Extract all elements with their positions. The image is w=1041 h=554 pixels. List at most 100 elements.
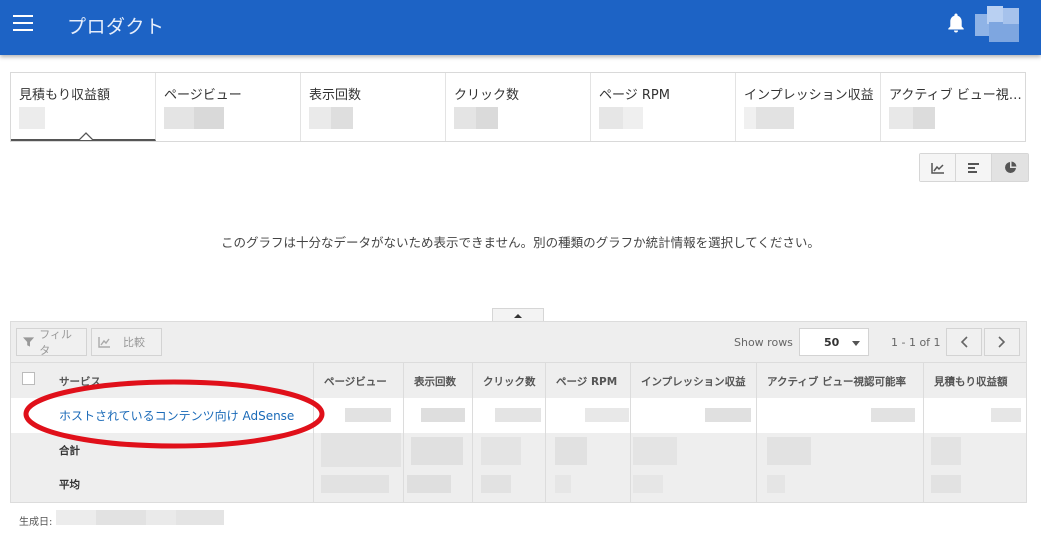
redacted-value (421, 408, 465, 422)
tab-page-rpm[interactable]: ページ RPM (591, 73, 736, 141)
column-divider (545, 362, 546, 502)
redacted-value (481, 437, 521, 465)
redacted-value (871, 408, 915, 422)
redacted-value (495, 408, 541, 422)
column-divider (630, 362, 631, 502)
redacted-value (481, 475, 511, 493)
tab-page-views[interactable]: ページビュー (156, 73, 301, 141)
redacted-value (19, 107, 45, 129)
redacted-value (931, 437, 961, 465)
avatar[interactable] (975, 6, 1021, 42)
chart-no-data-message: このグラフは十分なデータがないため表示できません。別の種類のグラフか統計情報を選… (221, 235, 820, 250)
filter-icon (23, 337, 35, 347)
redacted-value (931, 475, 961, 493)
table-row: ホストされているコンテンツ向け AdSense (11, 398, 1026, 433)
tab-label: アクティブ ビュー視認... (889, 88, 1025, 103)
filter-button[interactable]: フィルタ (16, 328, 87, 357)
redacted-value (321, 475, 389, 493)
show-rows-label: Show rows (734, 336, 793, 349)
caret-up-icon (514, 313, 522, 318)
table-row-average: 平均 (11, 467, 1026, 502)
tab-estimated-earnings[interactable]: 見積もり収益額 (11, 73, 156, 141)
column-header-service[interactable]: サービス (49, 363, 101, 399)
column-header-active-view[interactable]: アクティブ ビュー視認可能率 (756, 363, 906, 399)
caret-up-icon (79, 132, 93, 140)
redacted-value (407, 475, 451, 493)
redacted-value (744, 107, 794, 129)
column-divider (756, 362, 757, 502)
metric-tabs: 見積もり収益額 ページビュー 表示回数 クリック数 ページ RPM インプレッシ… (10, 72, 1026, 142)
pie-chart-icon (1004, 161, 1016, 173)
tab-active-view-viewable[interactable]: アクティブ ビュー視認... (881, 73, 1025, 141)
redacted-value (705, 408, 751, 422)
chart-type-switcher (919, 153, 1029, 182)
bell-icon[interactable] (946, 12, 966, 34)
table-header: サービス ページビュー 表示回数 クリック数 ページ RPM インプレッション収… (11, 362, 1026, 399)
column-header-estimated-earnings[interactable]: 見積もり収益額 (923, 363, 1008, 399)
line-chart-icon (930, 162, 944, 174)
redacted-value (767, 475, 785, 493)
column-divider (403, 362, 404, 502)
tab-impressions[interactable]: 表示回数 (301, 73, 446, 141)
bar-chart-icon (968, 162, 979, 173)
redacted-value (411, 437, 463, 465)
filter-label: フィルタ (39, 328, 72, 357)
tab-label: 表示回数 (309, 88, 362, 103)
redacted-value (767, 437, 811, 465)
chevron-right-icon (998, 336, 1006, 348)
column-header-page-rpm[interactable]: ページ RPM (545, 363, 617, 399)
redacted-value (889, 107, 935, 129)
compare-label: 比較 (123, 336, 145, 349)
redacted-generated-date (56, 510, 224, 525)
redacted-value (991, 408, 1021, 422)
total-label: 合計 (59, 445, 80, 457)
service-link[interactable]: ホストされているコンテンツ向け AdSense (59, 407, 294, 424)
compare-button[interactable]: 比較 (91, 328, 162, 356)
previous-page-button[interactable] (946, 328, 982, 356)
column-header-page-views[interactable]: ページビュー (313, 363, 387, 399)
column-divider (313, 362, 314, 502)
top-app-bar: プロダクト (0, 0, 1041, 55)
pie-chart-button[interactable] (992, 154, 1028, 181)
average-label: 平均 (59, 479, 80, 491)
tab-clicks[interactable]: クリック数 (446, 73, 591, 141)
tab-impression-revenue[interactable]: インプレッション収益 (736, 73, 881, 141)
column-divider (923, 362, 924, 502)
redacted-value (633, 475, 663, 493)
report-table-panel: フィルタ 比較 Show rows 50 1 - 1 of 1 サービス ページ… (10, 321, 1027, 503)
redacted-value (555, 475, 571, 493)
tab-label: ページビュー (164, 88, 242, 103)
pagination-range: 1 - 1 of 1 (891, 336, 941, 349)
rows-per-page-value: 50 (824, 336, 840, 349)
redacted-value (164, 107, 224, 129)
redacted-value (345, 408, 391, 422)
redacted-value (599, 107, 643, 129)
redacted-value (555, 437, 587, 465)
dropdown-arrow-icon (852, 341, 860, 346)
redacted-value (309, 107, 353, 129)
compare-chart-icon (98, 337, 110, 348)
column-header-impressions[interactable]: 表示回数 (403, 363, 456, 399)
generated-date-label: 生成日: (19, 517, 53, 528)
tab-label: クリック数 (454, 88, 520, 103)
rows-per-page-select[interactable]: 50 (799, 328, 869, 356)
collapse-chart-toggle[interactable] (492, 308, 544, 322)
redacted-value (321, 433, 401, 467)
redacted-value (585, 408, 629, 422)
table-row-total: 合計 (11, 433, 1026, 467)
bar-chart-button[interactable] (956, 154, 992, 181)
select-all-checkbox[interactable] (22, 372, 35, 385)
tab-label: ページ RPM (599, 88, 670, 103)
column-header-impression-revenue[interactable]: インプレッション収益 (630, 363, 746, 399)
chevron-left-icon (960, 336, 968, 348)
column-header-clicks[interactable]: クリック数 (472, 363, 536, 399)
redacted-value (633, 437, 677, 465)
column-divider (472, 362, 473, 502)
tab-label: 見積もり収益額 (19, 88, 111, 103)
hamburger-menu-icon[interactable] (13, 15, 33, 31)
next-page-button[interactable] (984, 328, 1020, 356)
line-chart-button[interactable] (920, 154, 956, 181)
page-title: プロダクト (67, 16, 165, 38)
redacted-value (454, 107, 498, 129)
tab-label: インプレッション収益 (744, 88, 874, 103)
